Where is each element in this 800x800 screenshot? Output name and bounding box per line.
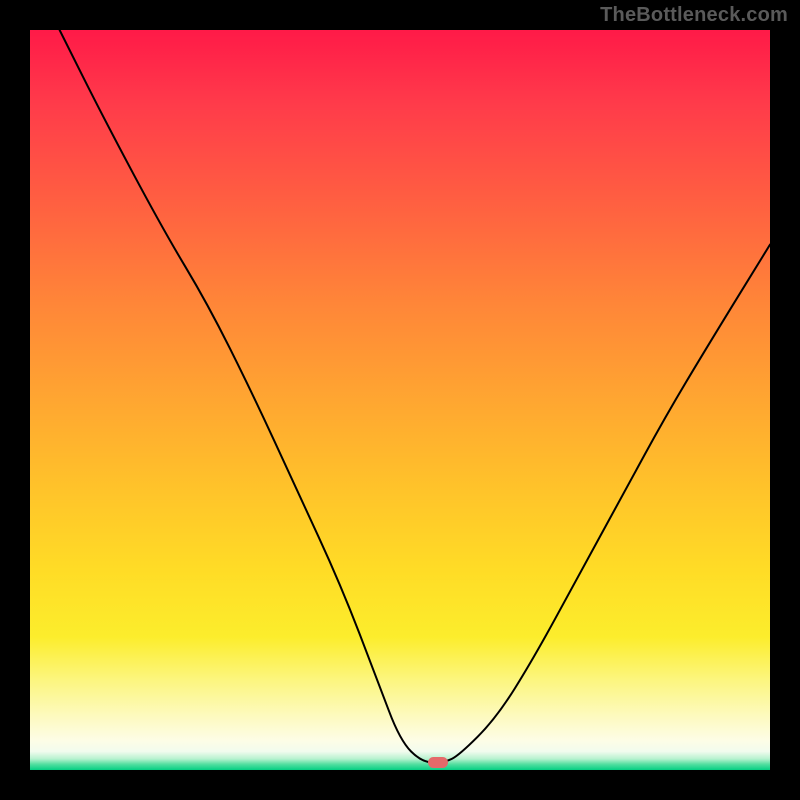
plot-area — [30, 30, 770, 770]
optimum-marker — [428, 757, 448, 768]
attribution-text: TheBottleneck.com — [600, 4, 788, 27]
chart-frame: TheBottleneck.com — [0, 0, 800, 800]
curve-path — [60, 30, 770, 763]
bottleneck-curve — [30, 30, 770, 770]
